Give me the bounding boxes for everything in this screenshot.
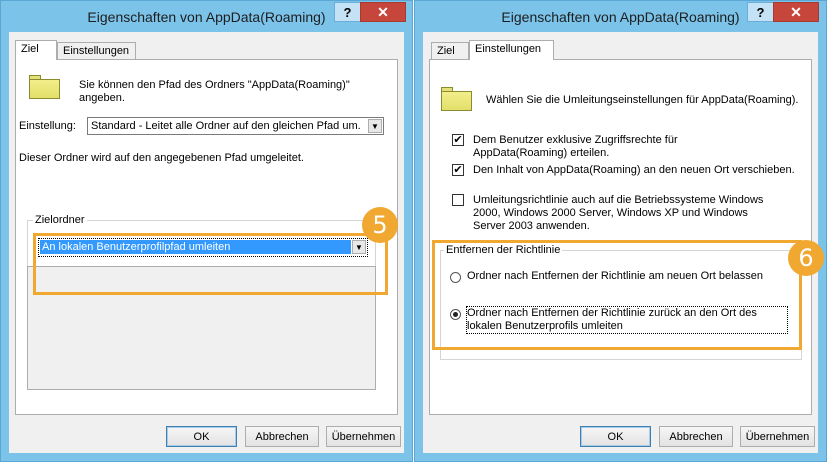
left-client-area: Ziel Einstellungen Sie können den Pfad d…	[9, 32, 404, 453]
left-tab-ziel[interactable]: Ziel	[15, 40, 57, 60]
move-contents-checkbox[interactable]: ✔	[452, 164, 464, 176]
redirect-info: Dieser Ordner wird auf den angegebenen P…	[19, 152, 304, 164]
right-description: Wählen Sie die Umleitungseinstellungen f…	[486, 94, 799, 106]
exclusive-rights-label: Dem Benutzer exklusive Zugriffsrechte fü…	[473, 134, 678, 159]
highlight-box-5	[33, 233, 388, 295]
setting-dropdown-value: Standard - Leitet alle Ordner auf den gl…	[91, 120, 361, 132]
left-close-button[interactable]: ✕	[360, 2, 406, 22]
exclusive-rights-checkbox[interactable]: ✔	[452, 134, 464, 146]
left-tab-page: Sie können den Pfad des Ordners "AppData…	[15, 59, 398, 415]
step-badge-6: 6	[788, 240, 824, 276]
folder-icon	[29, 75, 60, 99]
left-title-bar[interactable]: Eigenschaften von AppData(Roaming) ? ✕	[1, 1, 412, 32]
folder-icon	[441, 87, 472, 111]
right-cancel-button[interactable]: Abbrechen	[659, 426, 733, 447]
legacy-os-checkbox[interactable]	[452, 194, 464, 206]
right-dialog-window: Eigenschaften von AppData(Roaming) ? ✕ Z…	[414, 0, 827, 462]
left-description: Sie können den Pfad des Ordners "AppData…	[79, 79, 350, 104]
left-ok-button[interactable]: OK	[166, 426, 237, 447]
left-dialog-window: Eigenschaften von AppData(Roaming) ? ✕ Z…	[0, 0, 413, 462]
right-ok-button[interactable]: OK	[580, 426, 651, 447]
left-help-button[interactable]: ?	[334, 2, 361, 22]
right-tab-page: Wählen Sie die Umleitungseinstellungen f…	[429, 59, 824, 415]
left-cancel-button[interactable]: Abbrechen	[245, 426, 319, 447]
right-client-area: Ziel Einstellungen Wählen Sie die Umleit…	[423, 32, 824, 453]
right-close-button[interactable]: ✕	[773, 2, 819, 22]
highlight-box-6	[432, 240, 802, 350]
right-apply-button[interactable]: Übernehmen	[740, 426, 815, 447]
left-tab-einstellungen[interactable]: Einstellungen	[57, 42, 136, 59]
chevron-down-icon[interactable]: ▼	[368, 119, 382, 133]
target-folder-group-title: Zielordner	[33, 214, 87, 227]
setting-dropdown[interactable]: Standard - Leitet alle Ordner auf den gl…	[87, 117, 384, 135]
setting-label: Einstellung:	[19, 120, 76, 132]
right-tab-einstellungen[interactable]: Einstellungen	[469, 40, 554, 60]
legacy-os-label: Umleitungsrichtlinie auch auf die Betrie…	[473, 194, 764, 232]
right-help-button[interactable]: ?	[747, 2, 774, 22]
left-apply-button[interactable]: Übernehmen	[326, 426, 401, 447]
step-badge-5: 5	[362, 207, 398, 243]
right-tab-ziel[interactable]: Ziel	[431, 42, 469, 59]
move-contents-label: Den Inhalt von AppData(Roaming) an den n…	[473, 164, 795, 176]
right-title-bar[interactable]: Eigenschaften von AppData(Roaming) ? ✕	[415, 1, 826, 32]
